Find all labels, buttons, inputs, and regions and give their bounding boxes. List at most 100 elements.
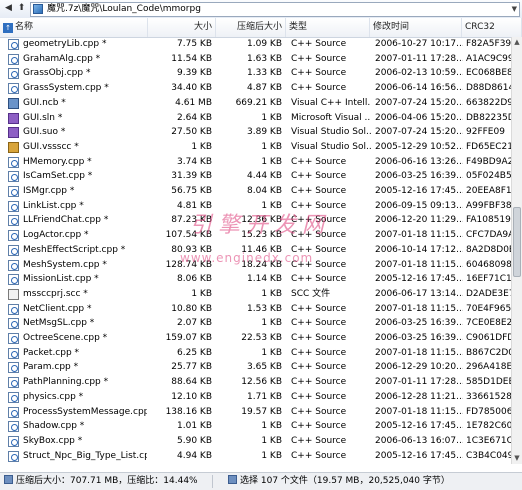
file-crc: 1E782C60	[466, 421, 511, 432]
column-crc-header[interactable]: CRC32	[462, 18, 522, 37]
chevron-down-icon[interactable]: ▼	[512, 3, 517, 16]
file-row[interactable]: Shadow.cpp * 1.01 KB 1 KB C++ Source 2005-12…	[0, 419, 511, 434]
file-cpp-icon	[8, 303, 19, 315]
file-size: 31.39 KB	[171, 171, 212, 182]
file-modified: 2006-06-16 13:26...	[375, 156, 463, 167]
path-field[interactable]: 魔咒.7z\魔咒\Loulan_Code\mmorpg ▼	[30, 2, 520, 17]
column-packed-header[interactable]: 压缩后大小	[216, 18, 286, 37]
go-up-icon[interactable]: ↑	[3, 23, 13, 33]
file-packed: 1 KB	[261, 450, 282, 461]
file-modified: 2007-07-24 15:20...	[375, 127, 463, 138]
file-packed: 1.63 KB	[247, 53, 282, 64]
file-row[interactable]: mssccprj.scc * 1 KB 1 KB SCC 文件 2006-06-17 1…	[0, 287, 511, 302]
file-row[interactable]: MissionList.cpp * 8.06 KB 1.14 KB C++ Sourc…	[0, 272, 511, 287]
file-packed: 8.04 KB	[247, 186, 282, 196]
file-size: 2.64 KB	[177, 112, 212, 123]
file-type: C++ Source	[291, 362, 347, 373]
file-type: C++ Source	[291, 377, 347, 388]
up-folder-button[interactable]: ⬆	[15, 2, 28, 15]
file-row[interactable]: GrassSystem.cpp * 34.40 KB 4.87 KB C++ Sour…	[0, 81, 511, 96]
file-type: C++ Source	[291, 318, 347, 329]
file-size: 34.40 KB	[171, 83, 212, 94]
file-row[interactable]: GUI.vssscc * 1 KB 1 KB Visual Studio Sol...…	[0, 140, 511, 155]
file-row[interactable]: SkyBox.cpp * 5.90 KB 1 KB C++ Source 2006-06…	[0, 434, 511, 449]
file-row[interactable]: NetMsgSL.cpp * 2.07 KB 1 KB C++ Source 2006-…	[0, 316, 511, 331]
file-size: 1 KB	[191, 141, 212, 152]
back-arrow-icon[interactable]: ◀	[2, 2, 15, 15]
file-row[interactable]: ISMgr.cpp * 56.75 KB 8.04 KB C++ Source 2005…	[0, 184, 511, 199]
file-crc: C3B4C049	[466, 450, 511, 461]
column-size-header[interactable]: 大小	[148, 18, 216, 37]
file-type: C++ Source	[291, 347, 347, 358]
file-row[interactable]: Struct_Npc_Big_Type_List.cp... 4.94 KB 1 K…	[0, 449, 511, 464]
file-packed: 1 KB	[261, 347, 282, 358]
file-type: C++ Source	[291, 421, 347, 432]
file-type: C++ Source	[291, 391, 347, 402]
file-name: MeshEffectScript.cpp *	[23, 244, 126, 255]
file-row[interactable]: PathPlanning.cpp * 88.64 KB 12.56 KB C++ So…	[0, 375, 511, 390]
file-size: 1.01 KB	[177, 421, 212, 432]
vertical-scrollbar[interactable]: ▲ ▼	[511, 37, 522, 464]
file-row[interactable]: ProcessSystemMessage.cpp * 138.16 KB 19.57…	[0, 405, 511, 420]
file-row[interactable]: Param.cpp * 25.77 KB 3.65 KB C++ Source 2006…	[0, 360, 511, 375]
file-name: GrassObj.cpp *	[23, 68, 91, 79]
column-modified-header[interactable]: 修改时间	[370, 18, 462, 37]
scroll-up-icon[interactable]: ▲	[512, 37, 522, 48]
file-row[interactable]: HMemory.cpp * 3.74 KB 1 KB C++ Source 2006-0…	[0, 155, 511, 170]
file-crc: D2ADE3E7	[466, 288, 511, 299]
file-crc: D88D8614	[466, 83, 511, 94]
file-name: LinkList.cpp *	[23, 200, 84, 211]
file-row[interactable]: NetClient.cpp * 10.80 KB 1.53 KB C++ Source…	[0, 302, 511, 317]
column-type-header[interactable]: 类型	[286, 18, 370, 37]
column-name-header[interactable]: ↑ 名称	[0, 18, 148, 37]
file-name: NetClient.cpp *	[23, 303, 92, 314]
file-packed: 3.89 KB	[247, 127, 282, 138]
file-size: 8.06 KB	[177, 274, 212, 285]
file-cpp-icon	[8, 53, 19, 65]
file-row[interactable]: geometryLib.cpp * 7.75 KB 1.09 KB C++ Sourc…	[0, 37, 511, 52]
file-modified: 2005-12-16 17:45...	[375, 421, 463, 432]
file-modified: 2006-06-13 16:07...	[375, 435, 463, 446]
file-vs-icon	[8, 127, 19, 139]
file-row[interactable]: GUI.sln * 2.64 KB 1 KB Microsoft Visual ...…	[0, 111, 511, 126]
file-size: 4.94 KB	[177, 450, 212, 461]
file-size: 1 KB	[191, 288, 212, 299]
file-row[interactable]: physics.cpp * 12.10 KB 1.71 KB C++ Source 20…	[0, 390, 511, 405]
file-modified: 2006-03-25 16:39...	[375, 333, 463, 343]
file-size: 25.77 KB	[171, 362, 212, 373]
file-name: GUI.vssscc *	[23, 141, 79, 152]
file-crc: A99FBF38	[466, 200, 511, 211]
file-row[interactable]: OctreeScene.cpp * 159.07 KB 22.53 KB C++ So…	[0, 331, 511, 346]
file-modified: 2007-01-11 17:28...	[375, 53, 463, 64]
file-size: 2.07 KB	[177, 318, 212, 329]
scroll-thumb[interactable]	[513, 207, 521, 277]
file-row[interactable]: IsCamSet.cpp * 31.39 KB 4.44 KB C++ Source 2…	[0, 169, 511, 184]
file-row[interactable]: GUI.suo * 27.50 KB 3.89 KB Visual Studio So…	[0, 125, 511, 140]
file-cpp-icon	[8, 83, 19, 95]
file-name: IsCamSet.cpp *	[23, 171, 93, 182]
file-row[interactable]: GrahamAlg.cpp * 11.54 KB 1.63 KB C++ Source…	[0, 52, 511, 67]
file-type: Microsoft Visual ...	[291, 112, 371, 123]
file-size: 5.90 KB	[177, 435, 212, 446]
file-crc: 1C3E671C	[466, 435, 511, 446]
file-cpp-icon	[8, 377, 19, 389]
file-modified: 2006-06-14 16:56...	[375, 83, 463, 94]
file-crc: F49BD9A2	[466, 156, 511, 167]
file-row[interactable]: GrassObj.cpp * 9.39 KB 1.33 KB C++ Source 20…	[0, 66, 511, 81]
file-crc: 20EEA8F1	[466, 186, 511, 196]
watermark-url: www.enginedx.com	[180, 251, 314, 265]
file-packed: 22.53 KB	[241, 333, 282, 343]
file-name: SkyBox.cpp *	[23, 435, 83, 446]
file-row[interactable]: GUI.ncb * 4.61 MB 669.21 KB Visual C++ Inte…	[0, 96, 511, 111]
scroll-down-icon[interactable]: ▼	[512, 453, 522, 464]
file-cpp-icon	[8, 186, 19, 197]
file-packed: 1 KB	[261, 421, 282, 432]
file-crc: DB82235D	[466, 112, 511, 123]
file-type: C++ Source	[291, 186, 347, 196]
file-row[interactable]: Packet.cpp * 6.25 KB 1 KB C++ Source 2007-01…	[0, 346, 511, 361]
status-selection: 选择 107 个文件（19.57 MB，20,525,040 字节）	[228, 473, 450, 490]
file-name: physics.cpp *	[23, 391, 84, 402]
file-cpp-icon	[8, 435, 19, 447]
file-type: C++ Source	[291, 406, 347, 417]
file-packed: 1 KB	[261, 141, 282, 152]
